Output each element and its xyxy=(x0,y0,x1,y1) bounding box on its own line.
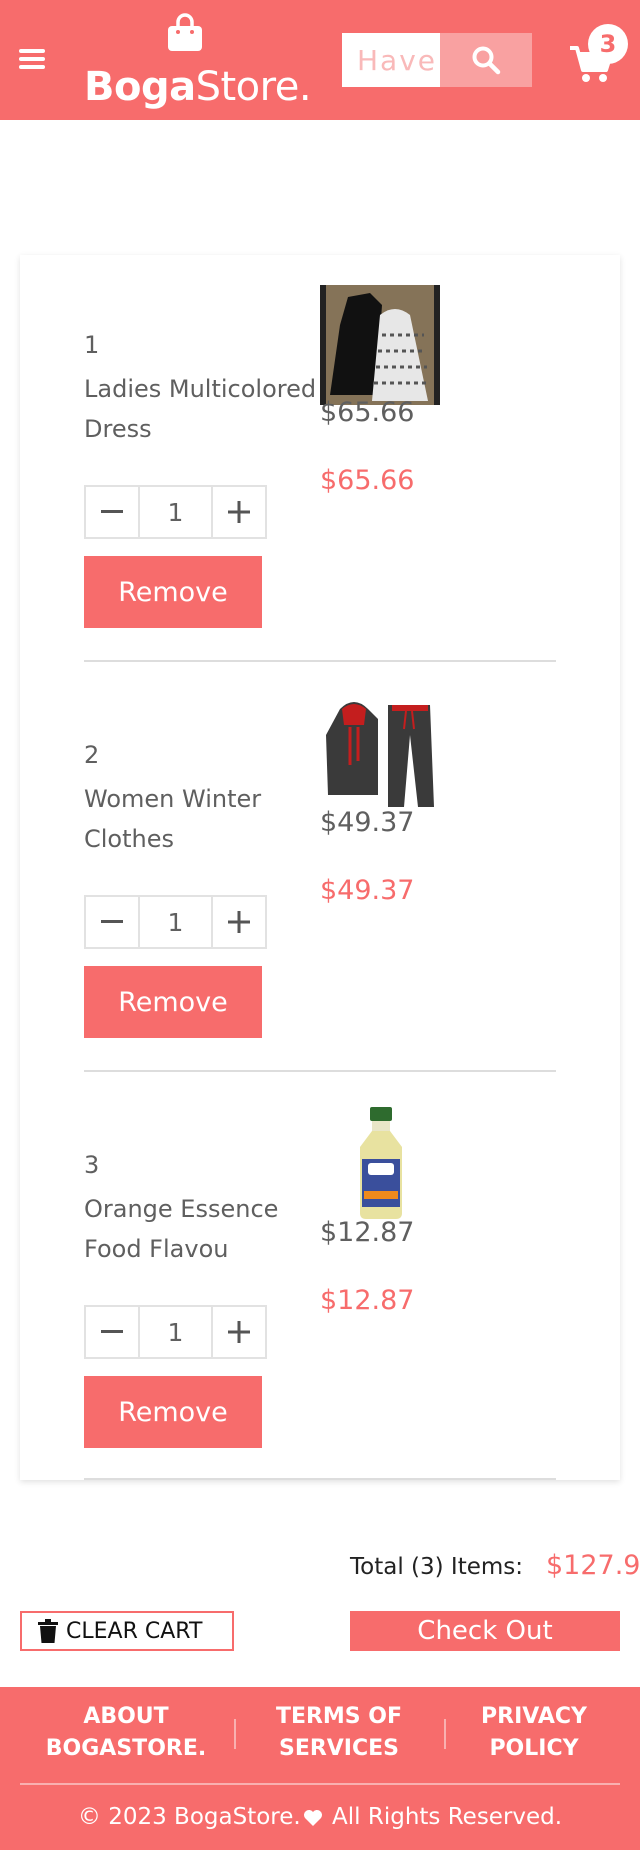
cart-item: 3 Orange Essence Food Flavou $12.87 1 $1… xyxy=(84,1075,556,1485)
search-input[interactable] xyxy=(342,33,440,87)
remove-item-button[interactable]: Remove xyxy=(84,966,262,1038)
item-divider xyxy=(84,1478,556,1480)
decrease-quantity-button[interactable] xyxy=(84,1305,140,1359)
clear-cart-button[interactable]: CLEAR CART xyxy=(20,1611,234,1651)
quantity-stepper: 1 xyxy=(84,485,267,539)
remove-item-button[interactable]: Remove xyxy=(84,1376,262,1448)
menu-icon[interactable] xyxy=(19,49,45,69)
item-name: Women Winter Clothes xyxy=(84,785,262,853)
total-price: $127.91 xyxy=(546,1550,640,1581)
footer-link-about[interactable]: ABOUT BOGASTORE. xyxy=(42,1701,210,1765)
product-image-winter-clothes[interactable] xyxy=(320,695,440,815)
item-divider xyxy=(84,660,556,662)
product-image-orange-essence[interactable] xyxy=(320,1105,440,1225)
item-subtotal: $49.37 xyxy=(320,875,415,906)
item-price: $12.87 xyxy=(320,1217,415,1248)
footer-link-terms[interactable]: TERMS OF SERVICES xyxy=(262,1701,416,1765)
cart-total: Total (3) Items: $127.91 xyxy=(350,1550,640,1586)
increase-quantity-button[interactable] xyxy=(211,895,267,949)
quantity-stepper: 1 xyxy=(84,895,267,949)
plus-icon xyxy=(228,501,251,523)
item-name: Ladies Multicolored Dress xyxy=(84,375,317,443)
increase-quantity-button[interactable] xyxy=(211,485,267,539)
decrease-quantity-button[interactable] xyxy=(84,485,140,539)
logo-text: BogaStore. xyxy=(84,64,312,110)
footer-divider xyxy=(20,1783,620,1785)
item-subtotal: $12.87 xyxy=(320,1285,415,1316)
store-logo[interactable]: BogaStore. xyxy=(84,10,312,110)
increase-quantity-button[interactable] xyxy=(211,1305,267,1359)
minus-icon xyxy=(100,920,123,923)
cart-count-badge: 3 xyxy=(588,24,628,64)
copyright-text: © 2023 BogaStore. All Rights Reserved. xyxy=(77,1804,563,1830)
quantity-value[interactable]: 1 xyxy=(139,1305,212,1359)
item-name: Orange Essence Food Flavou xyxy=(84,1195,279,1263)
checkout-button[interactable]: Check Out xyxy=(350,1611,620,1651)
cart-list: 1 Ladies Multicolored Dress $65.66 1 $65… xyxy=(20,255,620,1480)
footer-link-privacy[interactable]: PRIVACY POLICY xyxy=(474,1701,594,1765)
decrease-quantity-button[interactable] xyxy=(84,895,140,949)
search-button[interactable] xyxy=(440,33,532,87)
item-subtotal: $65.66 xyxy=(320,465,415,496)
plus-icon xyxy=(228,911,251,933)
search-bar xyxy=(342,33,532,87)
product-image-dress[interactable] xyxy=(320,285,440,405)
top-navbar: BogaStore. 3 xyxy=(0,0,640,120)
item-price: $65.66 xyxy=(320,397,415,428)
footer-separator xyxy=(444,1719,446,1749)
search-icon xyxy=(472,46,501,75)
item-index: 3 xyxy=(84,1151,100,1179)
item-index: 2 xyxy=(84,741,100,769)
quantity-value[interactable]: 1 xyxy=(139,485,212,539)
clear-cart-label: CLEAR CART xyxy=(66,1618,203,1644)
minus-icon xyxy=(100,1330,123,1333)
total-items-label: Total (3) Items: xyxy=(350,1554,524,1580)
trash-icon xyxy=(38,1619,58,1643)
heart-icon xyxy=(303,1809,322,1826)
quantity-stepper: 1 xyxy=(84,1305,267,1359)
shopping-bag-icon xyxy=(168,13,202,51)
remove-item-button[interactable]: Remove xyxy=(84,556,262,628)
footer: ABOUT BOGASTORE. TERMS OF SERVICES PRIVA… xyxy=(0,1687,640,1850)
minus-icon xyxy=(100,510,123,513)
footer-separator xyxy=(234,1719,236,1749)
item-divider xyxy=(84,1070,556,1072)
quantity-value[interactable]: 1 xyxy=(139,895,212,949)
plus-icon xyxy=(228,1321,251,1343)
item-price: $49.37 xyxy=(320,807,415,838)
cart-item: 2 Women Winter Clothes $49.37 1 $49.37 R… xyxy=(84,665,556,1075)
cart-item: 1 Ladies Multicolored Dress $65.66 1 $65… xyxy=(84,255,556,665)
item-index: 1 xyxy=(84,331,100,359)
